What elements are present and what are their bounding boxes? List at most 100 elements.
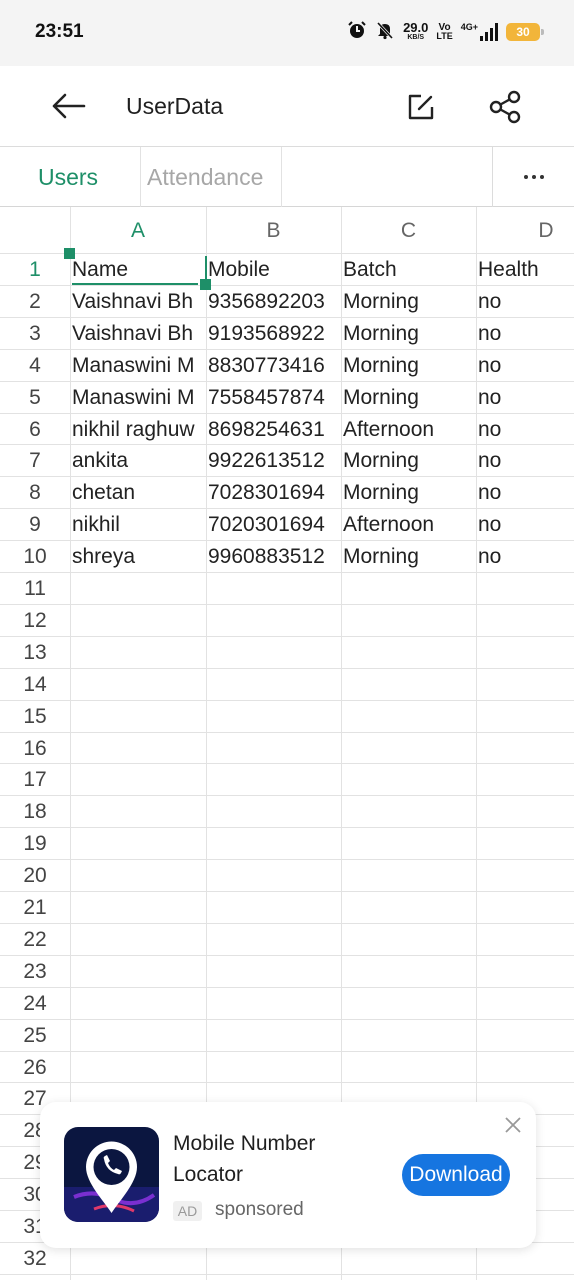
- grid-row-divider: [0, 667, 574, 669]
- grid-cell[interactable]: no: [476, 541, 574, 573]
- grid-cell[interactable]: Morning: [341, 445, 476, 477]
- row-header[interactable]: 12: [0, 605, 70, 637]
- grid-cell[interactable]: Morning: [341, 318, 476, 350]
- row-header[interactable]: 1: [0, 254, 70, 286]
- grid-cell[interactable]: no: [476, 318, 574, 350]
- row-header[interactable]: 7: [0, 445, 70, 477]
- grid-cell[interactable]: 9922613512: [206, 445, 341, 477]
- ad-app-logo[interactable]: [64, 1127, 159, 1222]
- row-header[interactable]: 4: [0, 350, 70, 382]
- grid-cell[interactable]: 9960883512: [206, 541, 341, 573]
- column-header-b[interactable]: B: [206, 207, 341, 254]
- grid-cell[interactable]: Vaishnavi Bh: [70, 318, 206, 350]
- grid-cell[interactable]: no: [476, 286, 574, 318]
- grid-cell[interactable]: Manaswini M: [70, 382, 206, 414]
- back-arrow-icon: [52, 93, 86, 119]
- network-type: 4G+: [461, 22, 498, 41]
- grid-cell[interactable]: Morning: [341, 382, 476, 414]
- row-header[interactable]: 11: [0, 573, 70, 605]
- grid-cell[interactable]: 9193568922: [206, 318, 341, 350]
- row-header[interactable]: 22: [0, 924, 70, 956]
- grid-row-divider: [0, 954, 574, 956]
- row-header[interactable]: 14: [0, 669, 70, 701]
- grid-cell[interactable]: no: [476, 414, 574, 446]
- tab-users[interactable]: Users: [38, 147, 98, 207]
- row-header[interactable]: 3: [0, 318, 70, 350]
- row-header[interactable]: 13: [0, 637, 70, 669]
- row-header[interactable]: 24: [0, 988, 70, 1020]
- grid-cell[interactable]: no: [476, 350, 574, 382]
- row-header[interactable]: 18: [0, 796, 70, 828]
- grid-cell[interactable]: chetan: [70, 477, 206, 509]
- grid-row-divider: [0, 891, 574, 892]
- grid-cell[interactable]: Morning: [341, 477, 476, 509]
- grid-cell[interactable]: 9356892203: [206, 286, 341, 318]
- grid-cell[interactable]: Afternoon: [341, 414, 476, 446]
- grid-cell[interactable]: 7028301694: [206, 477, 341, 509]
- grid-cell[interactable]: Afternoon: [341, 509, 476, 541]
- grid-cell[interactable]: Name: [70, 254, 206, 286]
- grid-cell[interactable]: Batch: [341, 254, 476, 286]
- row-header[interactable]: 17: [0, 764, 70, 796]
- grid-cell[interactable]: nikhil: [70, 509, 206, 541]
- grid-row-divider: [0, 635, 574, 637]
- edit-button[interactable]: [400, 86, 442, 128]
- grid-cell[interactable]: Mobile: [206, 254, 341, 286]
- edit-icon: [408, 94, 434, 120]
- row-header[interactable]: 6: [0, 414, 70, 446]
- mute-icon: [375, 20, 395, 43]
- grid-cell[interactable]: 8830773416: [206, 350, 341, 382]
- grid-cell[interactable]: Morning: [341, 286, 476, 318]
- row-header[interactable]: 8: [0, 477, 70, 509]
- grid-cell[interactable]: Morning: [341, 350, 476, 382]
- column-header-c[interactable]: C: [341, 207, 476, 254]
- grid-cell[interactable]: shreya: [70, 541, 206, 573]
- row-header[interactable]: 19: [0, 828, 70, 860]
- grid-cell[interactable]: 7558457874: [206, 382, 341, 414]
- grid-cell[interactable]: Morning: [341, 541, 476, 573]
- ad-card[interactable]: Mobile Number Locator AD sponsored Downl…: [40, 1102, 536, 1248]
- grid-cell[interactable]: nikhil raghuw: [70, 414, 206, 446]
- grid-cell[interactable]: ankita: [70, 445, 206, 477]
- grid-cell[interactable]: Vaishnavi Bh: [70, 286, 206, 318]
- grid-cell[interactable]: no: [476, 382, 574, 414]
- share-button[interactable]: [482, 84, 528, 130]
- row-header[interactable]: 26: [0, 1052, 70, 1084]
- ad-close-button[interactable]: [502, 1114, 524, 1136]
- row-header[interactable]: 21: [0, 892, 70, 924]
- selection-handle-start[interactable]: [64, 248, 75, 259]
- row-header[interactable]: 9: [0, 509, 70, 541]
- row-header[interactable]: 25: [0, 1020, 70, 1052]
- row-header[interactable]: 2: [0, 286, 70, 318]
- row-header[interactable]: 10: [0, 541, 70, 573]
- ad-sponsored-label: sponsored: [215, 1199, 304, 1220]
- column-header-a[interactable]: A: [70, 207, 206, 254]
- grid-row-divider: [0, 731, 574, 733]
- grid-cell[interactable]: no: [476, 509, 574, 541]
- row-header[interactable]: 23: [0, 956, 70, 988]
- grid-cell[interactable]: no: [476, 477, 574, 509]
- phone-location-icon: [64, 1127, 159, 1222]
- back-button[interactable]: [46, 86, 90, 126]
- row-header[interactable]: 20: [0, 860, 70, 892]
- more-button[interactable]: [492, 147, 574, 207]
- grid-row-divider: [0, 699, 574, 701]
- grid-cell[interactable]: 8698254631: [206, 414, 341, 446]
- grid-cell[interactable]: 7020301694: [206, 509, 341, 541]
- grid-cell[interactable]: no: [476, 445, 574, 477]
- grid-row-divider: [0, 795, 574, 797]
- download-button[interactable]: Download: [402, 1154, 510, 1196]
- grid-row-divider: [0, 1018, 574, 1020]
- grid-row-divider: [0, 1273, 574, 1275]
- column-header-d[interactable]: D: [476, 207, 574, 254]
- grid-cell[interactable]: Manaswini M: [70, 350, 206, 382]
- grid-row-divider: [0, 1082, 574, 1084]
- grid-cell[interactable]: Health: [476, 254, 574, 286]
- row-header[interactable]: 16: [0, 733, 70, 765]
- tab-attendance[interactable]: Attendance: [140, 147, 282, 207]
- status-time: 23:51: [35, 21, 84, 42]
- row-header[interactable]: 5: [0, 382, 70, 414]
- row-header[interactable]: 15: [0, 701, 70, 733]
- grid-row-divider: [0, 603, 574, 605]
- ad-title[interactable]: Mobile Number Locator: [173, 1128, 373, 1190]
